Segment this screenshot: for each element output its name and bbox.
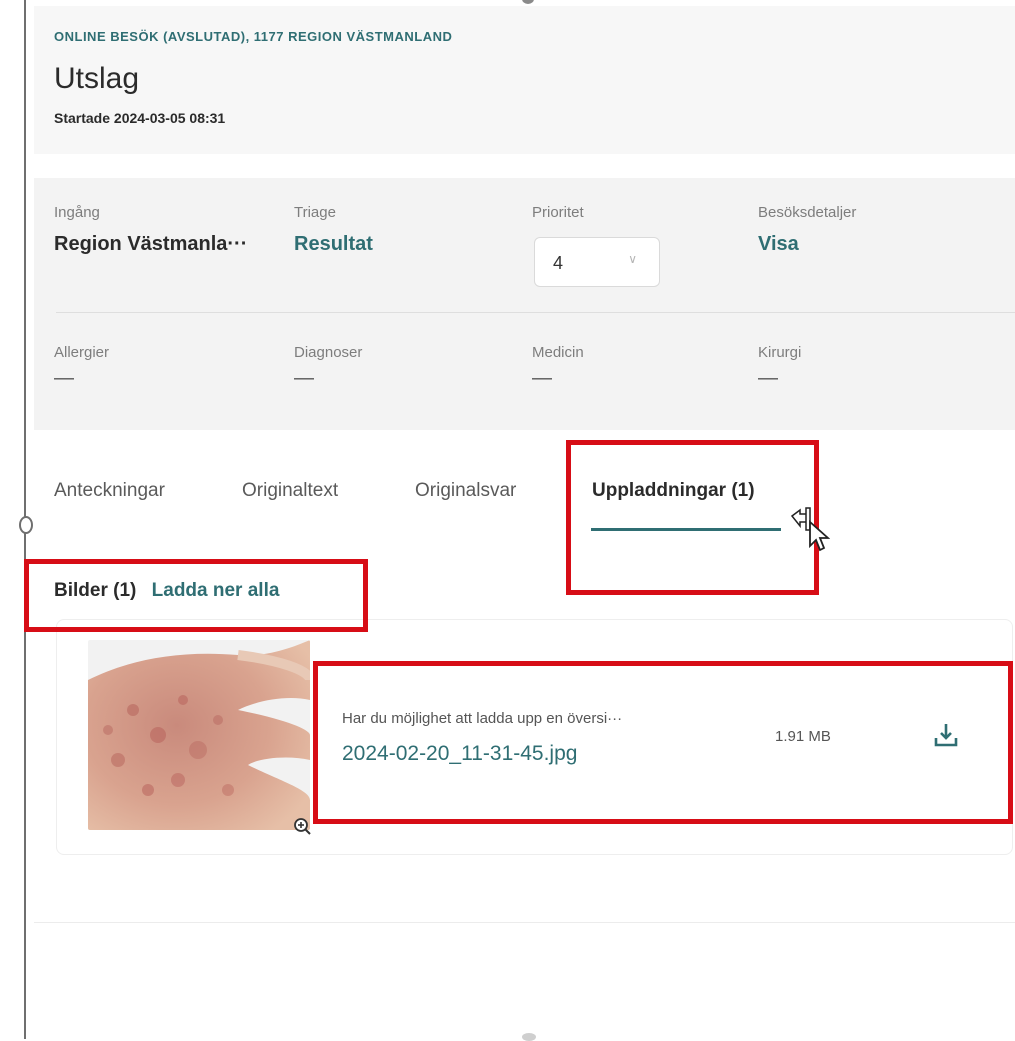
download-all-link[interactable]: Ladda ner alla: [152, 580, 280, 601]
content-tabs: Anteckningar Originaltext Originalsvar U…: [34, 450, 1015, 550]
page-title: Utslag: [54, 62, 140, 95]
info-priority: Prioritet: [532, 204, 584, 221]
file-name-link[interactable]: 2024-02-20_11-31-45.jpg: [342, 742, 577, 766]
priority-select[interactable]: 4 ∨: [534, 237, 660, 287]
visit-start-time: Startade 2024-03-05 08:31: [54, 110, 226, 126]
info-entry: Ingång Region Västmanla···: [54, 204, 247, 256]
visit-details-link[interactable]: Visa: [758, 233, 856, 256]
info-triage: Triage Resultat: [294, 204, 373, 256]
active-tab-indicator: [591, 528, 781, 531]
info-entry-value: Region Västmanla···: [54, 233, 248, 255]
tab-original-answers[interactable]: Originalsvar: [415, 480, 516, 502]
chevron-down-icon: ∨: [628, 252, 637, 266]
download-icon[interactable]: [931, 720, 961, 750]
tab-uploads[interactable]: Uppladdningar (1): [592, 480, 755, 502]
info-diagnoses: Diagnoser —: [294, 344, 362, 390]
visit-header: ONLINE BESÖK (AVSLUTAD), 1177 REGION VÄS…: [34, 6, 1015, 154]
info-medicine: Medicin —: [532, 344, 584, 390]
info-medicine-value: —: [532, 367, 552, 389]
info-entry-label: Ingång: [54, 204, 100, 221]
info-allergies-value: —: [54, 367, 74, 389]
tab-original-text[interactable]: Originaltext: [242, 480, 338, 502]
info-allergies: Allergier —: [54, 344, 109, 390]
info-diagnoses-value: —: [294, 367, 314, 389]
info-priority-label: Prioritet: [532, 204, 584, 221]
info-surgery: Kirurgi —: [758, 344, 801, 390]
visit-info-panel: Ingång Region Västmanla··· Triage Result…: [34, 178, 1015, 430]
file-size: 1.91 MB: [775, 728, 831, 745]
bottom-handle: [522, 1033, 536, 1041]
info-medicine-label: Medicin: [532, 344, 584, 361]
info-visit-details-label: Besöksdetaljer: [758, 204, 857, 221]
section-divider: [34, 922, 1015, 923]
triage-result-link[interactable]: Resultat: [294, 233, 373, 256]
info-visit-details: Besöksdetaljer Visa: [758, 204, 856, 256]
priority-select-value: 4: [553, 253, 564, 273]
upload-file-card: Har du möjlighet att ladda upp en översi…: [56, 619, 1013, 855]
visit-kicker: ONLINE BESÖK (AVSLUTAD), 1177 REGION VÄS…: [54, 29, 453, 44]
info-allergies-label: Allergier: [54, 344, 110, 361]
info-surgery-label: Kirurgi: [758, 344, 802, 361]
images-section-header: Bilder (1) Ladda ner alla: [54, 580, 279, 602]
rash-photo: [88, 640, 310, 830]
images-count-label: Bilder (1): [54, 580, 137, 601]
image-thumbnail[interactable]: [88, 640, 310, 830]
top-handle: [522, 0, 534, 4]
zoom-in-icon[interactable]: [293, 817, 311, 835]
resize-handle[interactable]: [19, 516, 33, 534]
info-divider: [56, 312, 1015, 313]
file-description: Har du möjlighet att ladda upp en översi…: [342, 710, 623, 727]
info-surgery-value: —: [758, 367, 778, 389]
tab-notes[interactable]: Anteckningar: [54, 480, 165, 502]
info-triage-label: Triage: [294, 204, 336, 221]
info-diagnoses-label: Diagnoser: [294, 344, 363, 361]
mouse-cursor-icon: [790, 507, 830, 552]
